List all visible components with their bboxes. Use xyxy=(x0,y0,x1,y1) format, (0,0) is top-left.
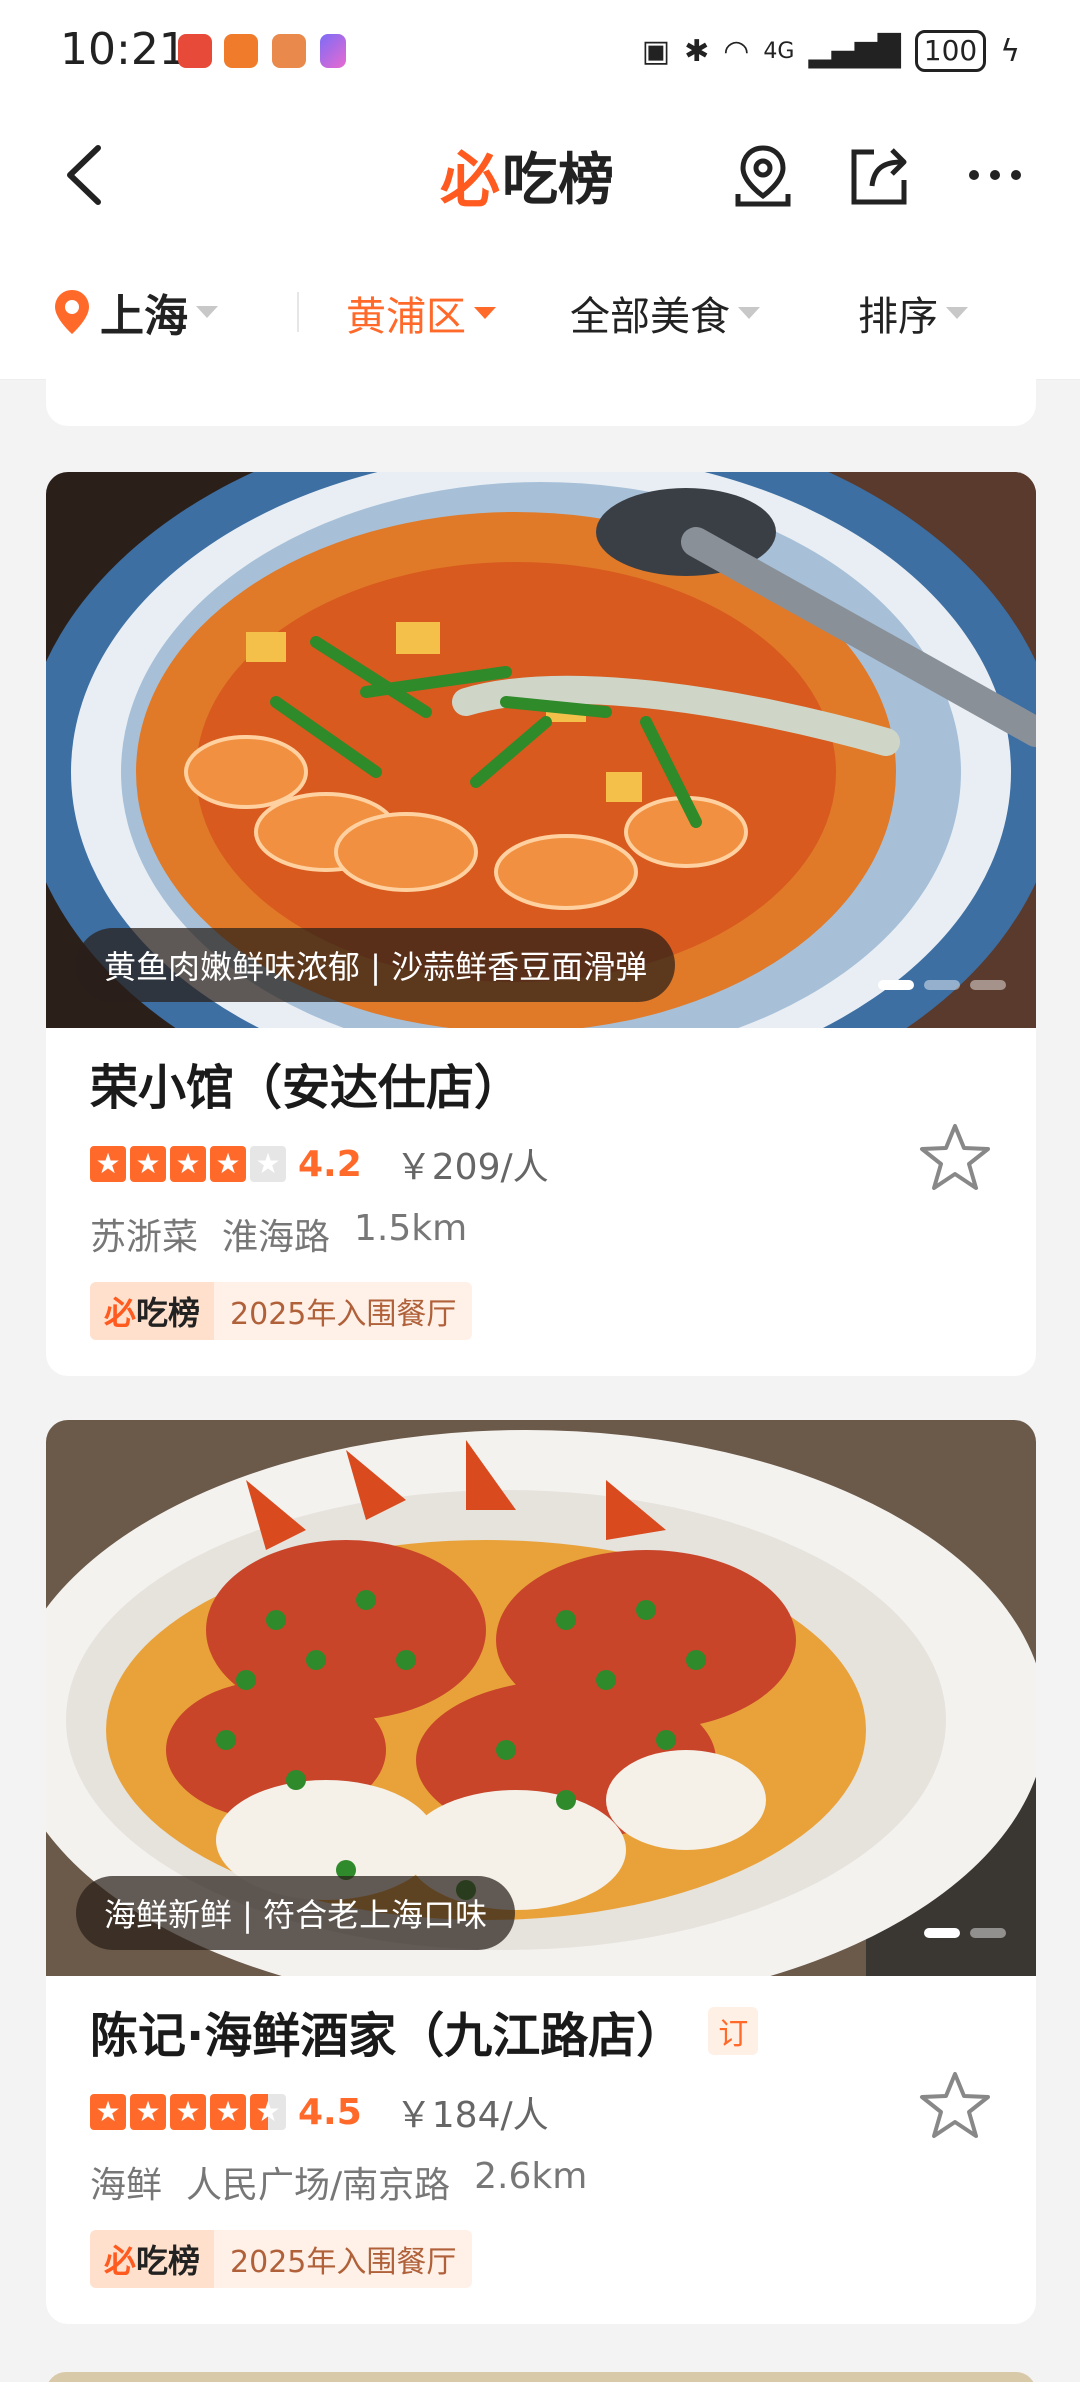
award-logo-text: 吃榜 xyxy=(136,2242,201,2280)
star-icon: ★ xyxy=(130,1146,166,1182)
star-icon: ★ xyxy=(90,1146,126,1182)
restaurant-name-text: 荣小馆（安达仕店） xyxy=(90,1060,523,1116)
city-filter[interactable]: 上海 xyxy=(52,280,218,344)
pagination-dot xyxy=(924,980,960,990)
star-icon: ★ xyxy=(210,2094,246,2130)
app-logo: 必 吃榜 xyxy=(440,140,614,216)
filter-bar: 上海 黄浦区 全部美食 排序 xyxy=(0,240,1080,380)
chevron-down-icon xyxy=(738,307,760,319)
top-nav-bar: 必 吃榜 xyxy=(0,110,1080,240)
distance: 1.5km xyxy=(354,1208,468,1249)
reservation-badge: 订 xyxy=(708,2007,759,2055)
award-logo-mark: 必 xyxy=(104,2242,137,2280)
star-icon: ★ xyxy=(90,2094,126,2130)
app-notification-icon xyxy=(178,34,212,68)
chevron-down-icon xyxy=(196,306,218,318)
area-name: 淮海路 xyxy=(222,1217,331,1258)
restaurant-photo[interactable]: 黄鱼肉嫩鲜味浓郁 | 沙蒜鲜香豆面滑弹 xyxy=(46,472,1036,1028)
charging-icon: ϟ xyxy=(1000,33,1020,69)
district-label: 黄浦区 xyxy=(346,294,466,340)
district-filter[interactable]: 黄浦区 xyxy=(346,284,496,342)
restaurant-photo[interactable]: 海鲜新鲜 | 符合老上海口味 xyxy=(46,1420,1036,1976)
chevron-down-icon xyxy=(946,307,968,319)
previous-card-bottom xyxy=(46,360,1036,426)
restaurant-meta: 苏浙菜 淮海路 1.5km xyxy=(90,1208,992,1260)
price-per-person: ￥184/人 xyxy=(395,2095,549,2136)
star-icon: ★ xyxy=(130,2094,166,2130)
status-bar: 10:21 ▣ ✱ ◠ 4G ▂▄▆█ 100 ϟ xyxy=(0,0,1080,110)
status-time: 10:21 xyxy=(60,24,187,75)
restaurant-name: 荣小馆（安达仕店） xyxy=(90,1048,992,1118)
photo-pagination xyxy=(878,980,1006,990)
star-rating: ★ ★ ★ ★ ★ xyxy=(90,1146,286,1182)
pagination-dot xyxy=(878,980,914,990)
favorite-star-icon[interactable] xyxy=(918,2068,992,2142)
category-label: 全部美食 xyxy=(570,294,730,340)
restaurant-info: 陈记·海鲜酒家（九江路店） 订 ★ ★ ★ ★ ★ 4.5 ￥184/人 海鲜 … xyxy=(46,1976,1036,2324)
filter-divider xyxy=(297,292,299,332)
restaurant-info: 荣小馆（安达仕店） ★ ★ ★ ★ ★ 4.2 ￥209/人 苏浙菜 淮海路 1… xyxy=(46,1028,1036,1376)
nfc-icon: ▣ xyxy=(641,33,671,69)
cuisine-type: 海鲜 xyxy=(90,2165,163,2206)
star-icon: ★ xyxy=(170,1146,206,1182)
cuisine-type: 苏浙菜 xyxy=(90,1217,199,1258)
chevron-down-icon xyxy=(474,307,496,319)
restaurant-card[interactable]: 海鲜新鲜 | 符合老上海口味 陈记·海鲜酒家（九江路店） 订 ★ ★ ★ ★ ★… xyxy=(46,1420,1036,2324)
restaurant-card[interactable]: 黄鱼肉嫩鲜味浓郁 | 沙蒜鲜香豆面滑弹 荣小馆（安达仕店） ★ ★ ★ ★ ★ … xyxy=(46,472,1036,1376)
logo-mark: 必 xyxy=(440,145,500,216)
pagination-dot xyxy=(970,1928,1006,1938)
network-label: 4G xyxy=(763,38,795,64)
star-icon: ★ xyxy=(250,2094,286,2130)
award-text: 2025年入围餐厅 xyxy=(230,1297,457,1332)
city-label: 上海 xyxy=(100,291,188,342)
next-card-top xyxy=(46,2372,1036,2382)
wifi-icon: ◠ xyxy=(723,33,750,69)
location-pin-icon[interactable] xyxy=(730,142,796,208)
logo-text: 吃榜 xyxy=(502,147,614,213)
star-icon: ★ xyxy=(210,1146,246,1182)
bluetooth-icon: ✱ xyxy=(684,33,710,69)
pagination-dot xyxy=(924,1928,960,1938)
rating-row: ★ ★ ★ ★ ★ 4.5 ￥184/人 xyxy=(90,2086,992,2138)
rating-score: 4.2 xyxy=(298,1143,362,1185)
sort-filter[interactable]: 排序 xyxy=(858,284,968,342)
photo-caption: 海鲜新鲜 | 符合老上海口味 xyxy=(76,1876,516,1950)
restaurant-meta: 海鲜 人民广场/南京路 2.6km xyxy=(90,2156,992,2208)
app-notification-icon xyxy=(224,34,258,68)
award-logo: 必 吃榜 xyxy=(90,2230,215,2288)
share-icon[interactable] xyxy=(846,142,912,208)
award-badge: 必 吃榜 2025年入围餐厅 xyxy=(90,1282,473,1340)
area-name: 人民广场/南京路 xyxy=(186,2165,451,2206)
award-text: 2025年入围餐厅 xyxy=(230,2245,457,2280)
award-logo-text: 吃榜 xyxy=(136,1294,201,1332)
award-logo-mark: 必 xyxy=(104,1294,137,1332)
favorite-star-icon[interactable] xyxy=(918,1120,992,1194)
star-rating: ★ ★ ★ ★ ★ xyxy=(90,2094,286,2130)
rating-row: ★ ★ ★ ★ ★ 4.2 ￥209/人 xyxy=(90,1138,992,1190)
photo-pagination xyxy=(924,1928,1006,1938)
message-notification-icon xyxy=(272,34,306,68)
status-indicators: ▣ ✱ ◠ 4G ▂▄▆█ 100 ϟ xyxy=(642,30,1020,72)
star-icon: ★ xyxy=(170,2094,206,2130)
signal-icon: ▂▄▆█ xyxy=(808,33,901,69)
price-per-person: ￥209/人 xyxy=(395,1147,549,1188)
distance: 2.6km xyxy=(474,2156,588,2197)
back-arrow-icon[interactable] xyxy=(56,140,116,210)
rating-score: 4.5 xyxy=(298,2091,362,2133)
more-options-icon[interactable] xyxy=(962,142,1028,208)
award-badge: 必 吃榜 2025年入围餐厅 xyxy=(90,2230,473,2288)
photo-caption: 黄鱼肉嫩鲜味浓郁 | 沙蒜鲜香豆面滑弹 xyxy=(76,928,676,1002)
sort-label: 排序 xyxy=(858,294,938,340)
star-icon: ★ xyxy=(250,1146,286,1182)
restaurant-name-text: 陈记·海鲜酒家（九江路店） xyxy=(90,2008,685,2064)
award-logo: 必 吃榜 xyxy=(90,1282,215,1340)
category-filter[interactable]: 全部美食 xyxy=(570,284,760,342)
app-notification-icon xyxy=(320,34,346,68)
restaurant-name: 陈记·海鲜酒家（九江路店） 订 xyxy=(90,1996,992,2066)
battery-icon: 100 xyxy=(914,30,987,72)
location-marker-icon xyxy=(55,290,89,334)
pagination-dot xyxy=(970,980,1006,990)
